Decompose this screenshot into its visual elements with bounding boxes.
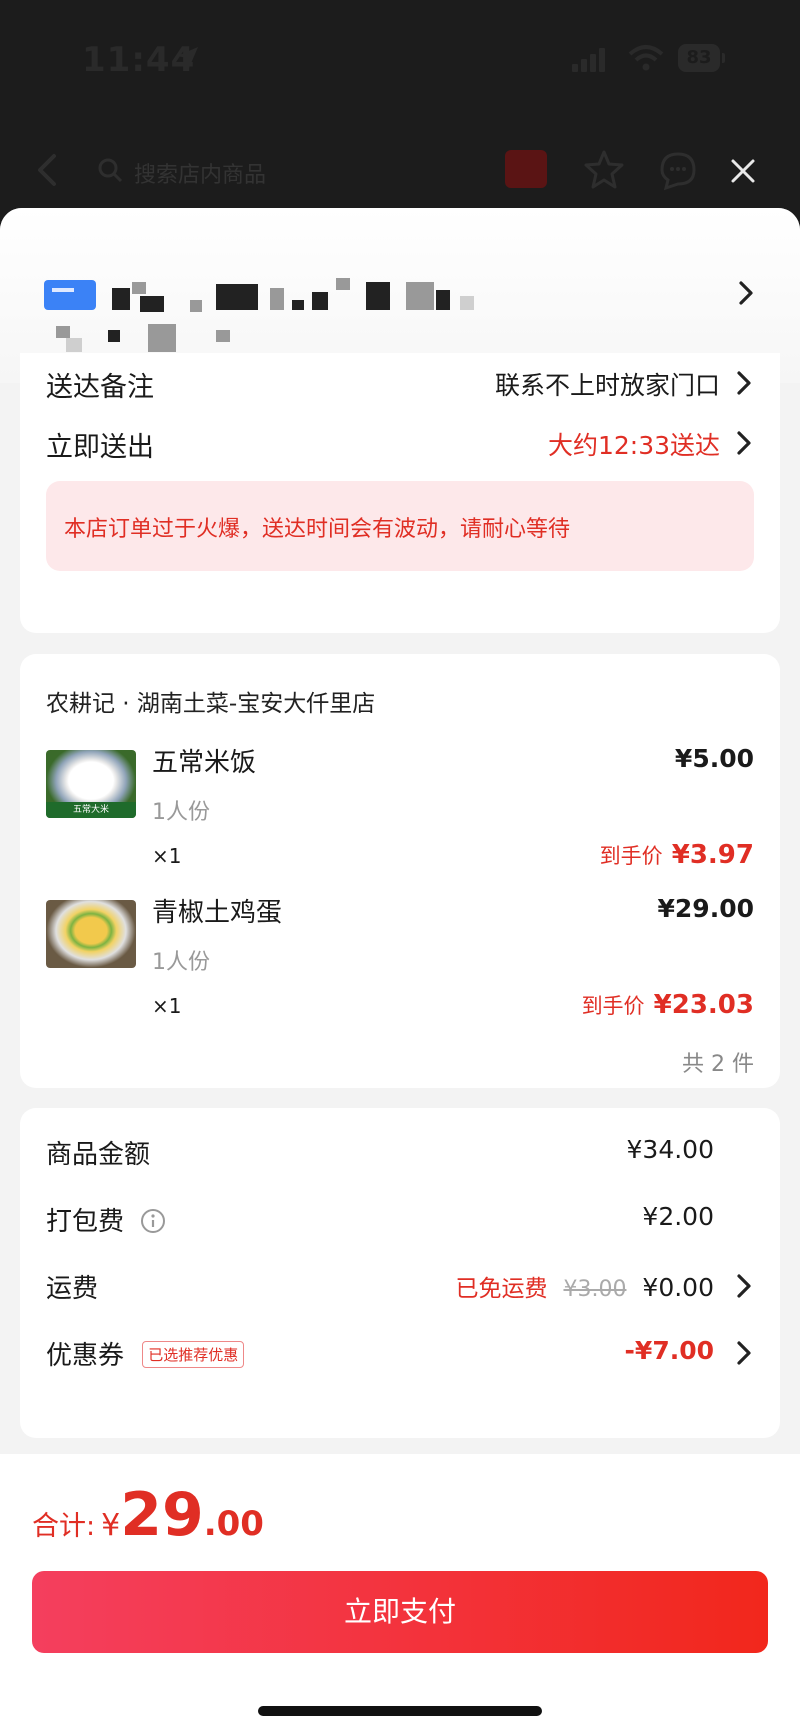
goods-amount-label: 商品金额: [46, 1140, 151, 1170]
address-tag-icon: [44, 280, 96, 310]
thumbnail-caption: 五常大米: [46, 802, 136, 818]
address-chevron-icon: [739, 281, 753, 305]
battery-icon: 83: [678, 44, 725, 72]
chevron-right-icon: [737, 1274, 751, 1298]
location-arrow-icon: [177, 47, 198, 68]
item-spec: 1人份: [152, 950, 210, 975]
busy-notice: 本店订单过于火爆，送达时间会有波动，请耐心等待: [46, 481, 754, 571]
item-final-price: 到手价 ¥3.97: [600, 840, 754, 870]
order-sheet: 送达备注 联系不上时放家门口 立即送出 大约12:33送达 本店订单过于火爆，送…: [0, 208, 800, 1734]
final-price-label: 到手价: [599, 844, 663, 868]
fees-card: 商品金额 ¥34.00 打包费 ¥2.00 运费 已免运费 ¥3.00 ¥0.0…: [20, 1108, 780, 1438]
dispatch-label: 立即送出: [46, 432, 154, 463]
chevron-right-icon: [737, 1341, 751, 1365]
goods-amount-value: ¥34.00: [626, 1135, 714, 1164]
total-label: 合计:: [32, 1511, 96, 1542]
coupon-label: 优惠券 已选推荐优惠: [46, 1335, 245, 1372]
total-integer: 29: [120, 1480, 204, 1550]
close-icon[interactable]: [728, 156, 758, 186]
free-shipping-label: 已免运费: [455, 1276, 548, 1302]
item-price: ¥5.00: [674, 744, 754, 773]
total-decimal: .00: [203, 1504, 264, 1544]
original-shipping-fee: ¥3.00: [563, 1277, 627, 1302]
packing-fee-label: 打包费: [46, 1201, 166, 1238]
delivery-note-value: 联系不上时放家门口: [494, 371, 720, 400]
shipping-fee-label: 运费: [46, 1274, 99, 1304]
chevron-right-icon: [737, 371, 751, 395]
store-nav-bar: 搜索店内商品: [0, 130, 800, 210]
delivery-card: 送达备注 联系不上时放家门口 立即送出 大约12:33送达 本店订单过于火爆，送…: [20, 353, 780, 633]
shipping-fee-amount: ¥0.00: [642, 1273, 714, 1302]
order-item[interactable]: 青椒土鸡蛋 1人份 ×1 ¥29.00 到手价 ¥23.03: [46, 890, 754, 1030]
item-quantity: ×1: [152, 844, 182, 868]
packing-fee-value: ¥2.00: [642, 1202, 714, 1231]
final-price-amount: ¥23.03: [653, 990, 754, 1020]
customer-service-icon[interactable]: [656, 148, 700, 192]
final-price-amount: ¥3.97: [671, 840, 754, 870]
eta-value: 大约12:33送达: [547, 431, 720, 460]
wifi-icon: [628, 45, 664, 71]
coupon-tag: 已选推荐优惠: [142, 1341, 245, 1368]
delivery-time-row[interactable]: 立即送出 大约12:33送达: [46, 417, 754, 467]
final-price-label: 到手价: [581, 994, 645, 1018]
item-price: ¥29.00: [657, 894, 754, 923]
goods-amount-row: 商品金额 ¥34.00: [46, 1128, 754, 1174]
search-input[interactable]: 搜索店内商品: [86, 144, 456, 196]
item-spec: 1人份: [152, 800, 210, 825]
search-icon: [98, 158, 123, 183]
item-name: 青椒土鸡蛋: [152, 898, 283, 928]
packing-fee-text: 打包费: [46, 1207, 125, 1237]
back-arrow-icon[interactable]: [28, 150, 68, 190]
coupon-row[interactable]: 优惠券 已选推荐优惠 -¥7.00: [46, 1329, 754, 1375]
coupon-amount: -¥7.00: [624, 1336, 714, 1365]
order-item[interactable]: 五常大米 五常米饭 1人份 ×1 ¥5.00 到手价 ¥3.97: [46, 740, 754, 880]
checkout-page: 11:44 83 搜索店内商品 送达备注 联系不上时放家门口 立即送出 大约12…: [0, 0, 800, 1734]
delivery-note-label: 送达备注: [46, 372, 154, 403]
shipping-fee-value: 已免运费 ¥3.00 ¥0.00: [456, 1269, 714, 1303]
search-placeholder: 搜索店内商品: [134, 163, 267, 188]
chevron-right-icon: [737, 431, 751, 455]
home-indicator: [258, 1706, 542, 1716]
item-thumbnail: [46, 900, 136, 968]
promo-badge[interactable]: [505, 150, 547, 188]
payment-bar: 合计: ¥29.00 立即支付: [0, 1454, 800, 1734]
info-icon[interactable]: [140, 1208, 166, 1234]
cellular-signal-icon: [572, 48, 606, 72]
total-currency: ¥: [101, 1508, 121, 1543]
shipping-fee-row[interactable]: 运费 已免运费 ¥3.00 ¥0.00: [46, 1262, 754, 1308]
store-name: 农耕记 · 湖南土菜-宝安大仟里店: [46, 691, 376, 717]
order-total: 合计: ¥29.00: [32, 1480, 264, 1550]
item-quantity: ×1: [152, 994, 182, 1018]
pay-now-button[interactable]: 立即支付: [32, 1571, 768, 1653]
packing-fee-row: 打包费 ¥2.00: [46, 1195, 754, 1241]
coupon-text: 优惠券: [46, 1341, 125, 1371]
item-count: 共 2 件: [682, 1052, 754, 1077]
star-icon[interactable]: [582, 148, 626, 192]
item-thumbnail: 五常大米: [46, 750, 136, 818]
order-items-card: 农耕记 · 湖南土菜-宝安大仟里店 五常大米 五常米饭 1人份 ×1 ¥5.00…: [20, 654, 780, 1088]
status-bar: 11:44 83: [0, 0, 800, 120]
item-final-price: 到手价 ¥23.03: [582, 990, 754, 1020]
delivery-note-row[interactable]: 送达备注 联系不上时放家门口: [46, 357, 754, 407]
item-name: 五常米饭: [152, 748, 257, 778]
